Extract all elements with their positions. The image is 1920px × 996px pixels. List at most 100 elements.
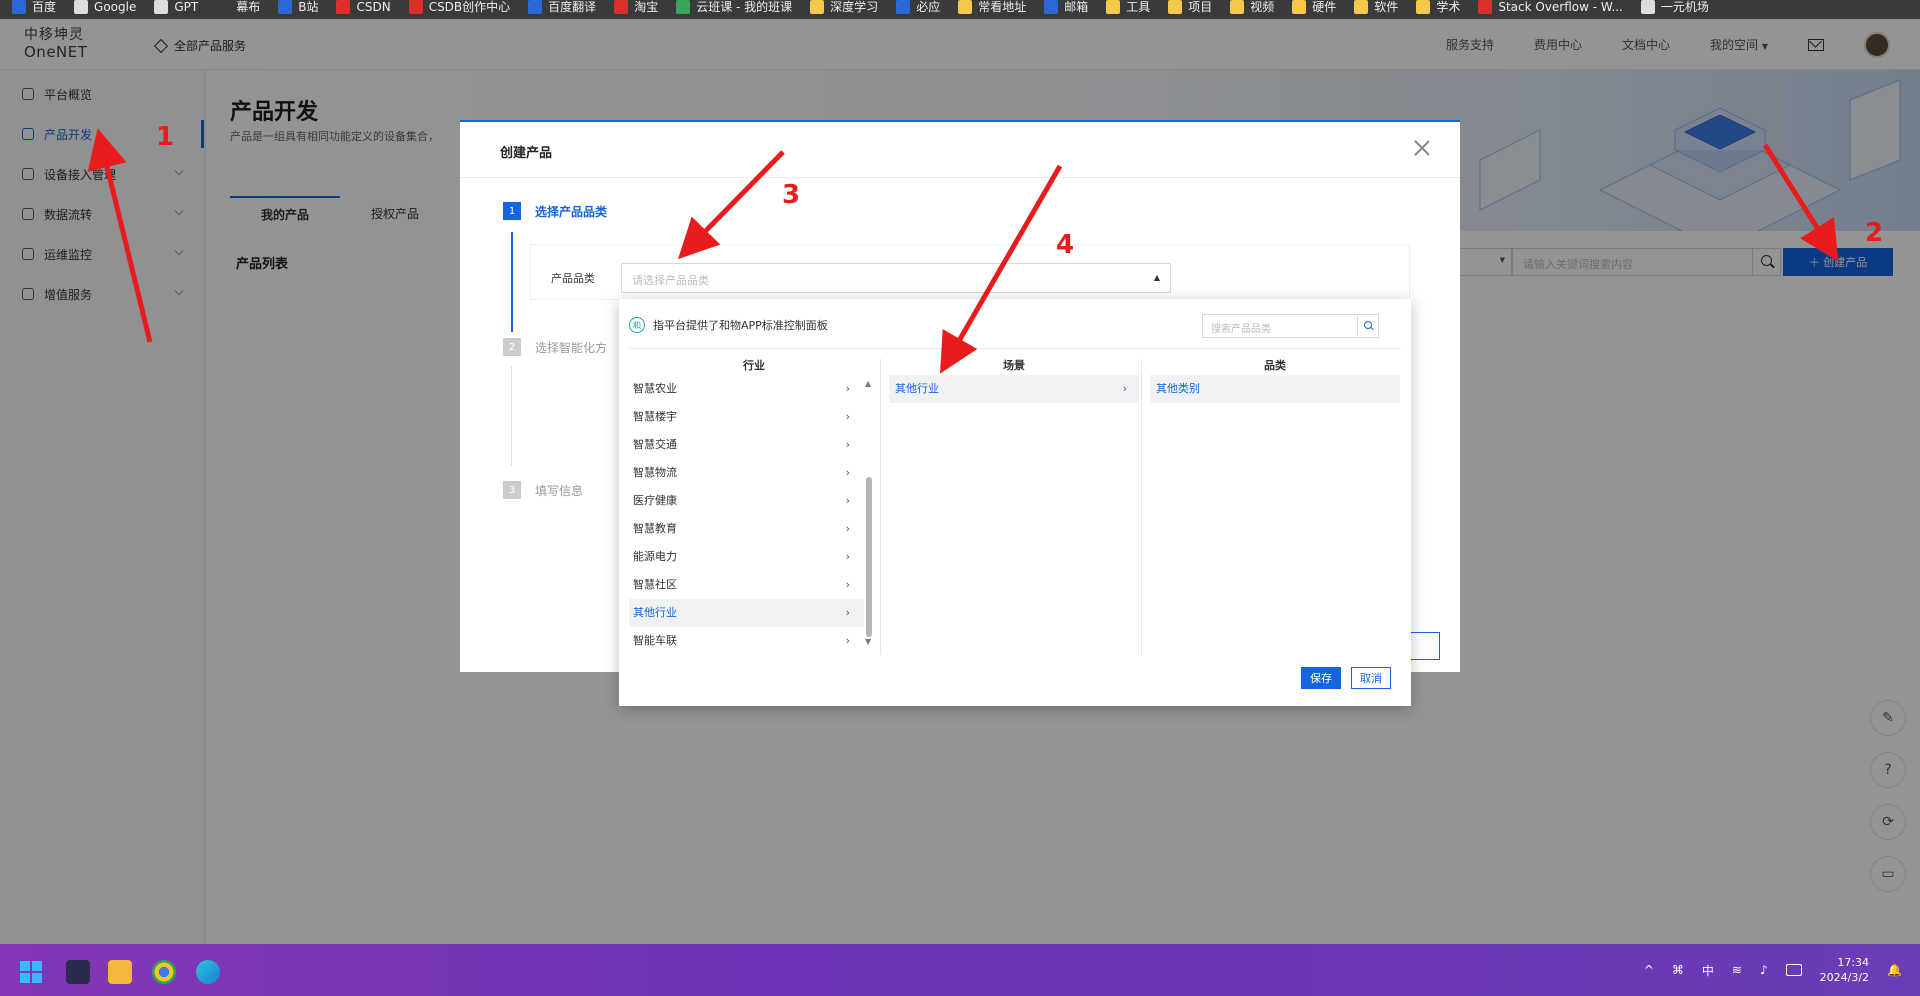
bookmark-item[interactable]: Google — [74, 0, 136, 14]
bookmark-item[interactable]: GPT — [154, 0, 198, 14]
bookmark-label: 工具 — [1126, 0, 1151, 14]
bookmark-label: 淘宝 — [634, 0, 659, 14]
bookmark-item[interactable]: CSDN — [336, 0, 391, 14]
scene-item[interactable]: 其他行业 › — [889, 375, 1139, 403]
industry-item[interactable]: 其他行业 › — [629, 599, 864, 627]
wifi-icon[interactable]: ≋ — [1732, 963, 1742, 977]
chevron-up-icon[interactable]: ^ — [1644, 963, 1654, 977]
step-label: 选择产品品类 — [535, 204, 608, 219]
step-fill-info: 3 填写信息 — [503, 481, 583, 499]
next-button-edge[interactable] — [1410, 632, 1440, 660]
chevron-right-icon: › — [845, 466, 850, 479]
bookmark-item[interactable]: 视频 — [1230, 0, 1274, 14]
bookmark-icon — [336, 0, 351, 14]
bookmark-item[interactable]: B站 — [278, 0, 318, 14]
bookmark-item[interactable]: 必应 — [896, 0, 940, 14]
industry-item[interactable]: 智慧交通 › — [629, 431, 864, 459]
bookmark-icon — [1292, 0, 1307, 14]
windows-start-icon[interactable] — [20, 961, 42, 983]
bookmark-label: B站 — [298, 0, 319, 14]
industry-item[interactable]: 能源电力 › — [629, 543, 864, 571]
scroll-up-icon[interactable]: ▲ — [865, 379, 871, 388]
category-select[interactable]: 请选择产品品类 ▲ — [621, 263, 1171, 293]
industry-item[interactable]: 智慧物流 › — [629, 459, 864, 487]
industry-scrollbar[interactable]: ▲ ▼ — [865, 379, 872, 646]
industry-item[interactable]: 医疗健康 › — [629, 487, 864, 515]
bookmark-item[interactable]: 常看地址 — [958, 0, 1026, 14]
bookmark-icon — [1044, 0, 1059, 14]
volume-icon[interactable]: ♪ — [1760, 963, 1768, 977]
bookmark-item[interactable]: 云班课 - 我的班课 — [676, 0, 792, 14]
ime-icon[interactable]: ⌘ — [1672, 963, 1684, 977]
bell-icon[interactable]: 🔔 — [1887, 963, 1902, 977]
industry-item[interactable]: 智慧楼宇 › — [629, 403, 864, 431]
bookmark-label: 软件 — [1374, 0, 1399, 14]
scroll-thumb[interactable] — [866, 477, 872, 637]
column-header: 品类 — [1264, 359, 1286, 372]
column-header: 行业 — [743, 359, 765, 372]
chrome-icon[interactable] — [152, 960, 176, 984]
bookmark-icon — [1168, 0, 1183, 14]
bookmark-item[interactable]: 软件 — [1354, 0, 1398, 14]
industry-item[interactable]: 智能车联 › — [629, 627, 864, 655]
industry-item[interactable]: 智慧农业 › — [629, 375, 864, 403]
clock[interactable]: 17:34 2024/3/2 — [1820, 955, 1869, 985]
chevron-right-icon: › — [845, 522, 850, 535]
scroll-down-icon[interactable]: ▼ — [865, 637, 871, 646]
industry-item-label: 智慧农业 — [633, 382, 677, 395]
bookmark-label: CSDN — [356, 0, 391, 14]
ime-language[interactable]: 中 — [1702, 962, 1714, 979]
step-connector-active — [511, 232, 513, 332]
clock-date: 2024/3/2 — [1819, 971, 1870, 984]
save-button[interactable]: 保存 — [1301, 667, 1341, 689]
bookmark-label: 邮箱 — [1064, 0, 1089, 14]
bookmark-item[interactable]: 淘宝 — [614, 0, 658, 14]
scene-item-label: 其他行业 — [895, 382, 939, 395]
bookmark-item[interactable]: CSDB创作中心 — [408, 0, 510, 14]
bookmark-label: 一元机场 — [1660, 0, 1709, 14]
bookmark-item[interactable]: 项目 — [1168, 0, 1212, 14]
bookmarks-bar: 百度 Google GPT 幕布 B站 CSDN CSDB创作中心 百度翻译 淘宝 云班课 - 我… — [0, 0, 1920, 19]
divider — [629, 348, 1401, 349]
category-item[interactable]: 其他类别 — [1150, 375, 1400, 403]
annotation-2: 2 — [1865, 218, 1884, 248]
bookmark-label: 幕布 — [236, 0, 261, 14]
annotation-1: 1 — [156, 122, 175, 152]
cancel-button[interactable]: 取消 — [1351, 667, 1391, 689]
bookmark-item[interactable]: Stack Overflow - W... — [1478, 0, 1623, 14]
cascade-info-text: 指平台提供了和物APP标准控制面板 — [653, 319, 828, 332]
battery-icon[interactable] — [1785, 964, 1802, 976]
bookmark-item[interactable]: 邮箱 — [1044, 0, 1088, 14]
bookmark-item[interactable]: 学术 — [1416, 0, 1460, 14]
edge-icon[interactable] — [196, 960, 220, 984]
bookmark-label: 项目 — [1188, 0, 1213, 14]
system-tray: ^ ⌘ 中 ≋ ♪ 17:34 2024/3/2 🔔 — [1644, 944, 1902, 996]
terminal-app-icon[interactable] — [66, 960, 90, 984]
category-search-input[interactable]: 搜索产品品类 — [1202, 314, 1379, 338]
step-select-category: 1 选择产品品类 — [503, 202, 607, 220]
step-number: 2 — [503, 338, 521, 356]
bookmark-item[interactable]: 工具 — [1106, 0, 1150, 14]
search-icon[interactable] — [1357, 314, 1379, 338]
bookmark-icon — [958, 0, 973, 14]
close-icon[interactable] — [1414, 140, 1430, 156]
category-form-row: 产品品类 请选择产品品类 ▲ — [530, 244, 1410, 300]
bookmark-icon — [896, 0, 911, 14]
bookmark-item[interactable]: 深度学习 — [810, 0, 878, 14]
bookmark-label: Google — [94, 0, 137, 14]
industry-item-label: 智慧楼宇 — [633, 410, 677, 423]
bookmark-item[interactable]: 幕布 — [216, 0, 260, 14]
column-header: 场景 — [1003, 359, 1025, 372]
industry-item[interactable]: 智慧社区 › — [629, 571, 864, 599]
bookmark-item[interactable]: 百度 — [12, 0, 56, 14]
column-separator — [1141, 359, 1142, 655]
industry-list: 智慧农业 › 智慧楼宇 › 智慧交通 › 智慧物流 › 医疗健康 › 智慧教育 › 能源电力 › 智慧社区 ›… — [629, 375, 879, 655]
file-explorer-icon[interactable] — [108, 960, 132, 984]
industry-item[interactable]: 智慧教育 › — [629, 515, 864, 543]
bookmark-item[interactable]: 一元机场 — [1640, 0, 1709, 14]
hewu-badge-icon: 和 — [629, 317, 645, 333]
bookmark-icon — [1106, 0, 1121, 14]
bookmark-item[interactable]: 硬件 — [1292, 0, 1336, 14]
industry-item-label: 医疗健康 — [633, 494, 677, 507]
bookmark-item[interactable]: 百度翻译 — [528, 0, 596, 14]
